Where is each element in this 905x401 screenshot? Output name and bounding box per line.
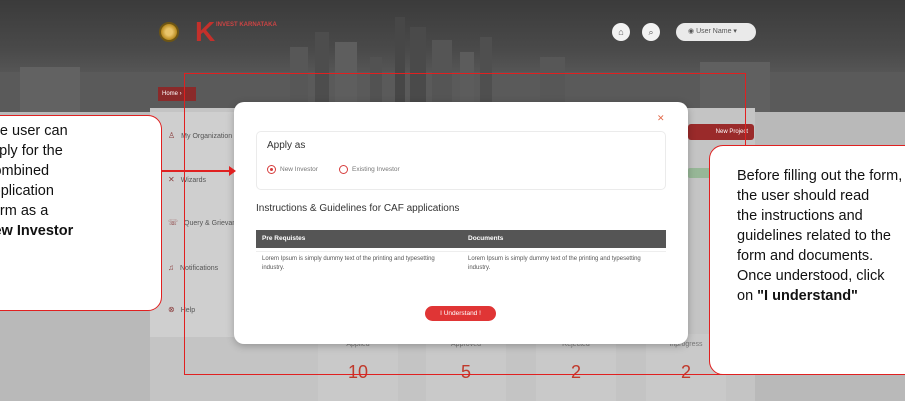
annotation-line: guidelines related to the [737,228,891,244]
close-icon[interactable]: ✕ [657,113,665,124]
arrow-head-icon [229,166,236,176]
breadcrumb-home-label: Home [162,91,179,97]
brand-logo-icon[interactable]: K [195,18,215,46]
annotation-line: apply for the [0,143,63,159]
annotation-line: Once understood, click [737,268,885,284]
apply-as-title: Apply as [267,140,306,151]
annotation-arrow-line [162,170,230,172]
bell-icon: ♫ [168,263,174,272]
annotation-prefix: on [737,288,758,304]
brand-logo-text: INVEST KARNATAKA [216,22,277,28]
annotation-line: Before filling out the form, [737,168,903,184]
annotation-right-bubble: Before filling out the form, the user sh… [709,145,905,375]
table-divider [256,251,666,252]
i-understand-button[interactable]: I Understand ! [425,306,496,321]
radio-existing-investor[interactable] [339,165,348,174]
annotation-line: form and documents. [737,248,874,264]
annotation-left-bubble: The user can apply for the Combined Appl… [0,115,162,311]
user-menu-button[interactable]: ◉ User Name ▾ [676,23,756,41]
radio-new-investor[interactable] [267,165,276,174]
user-icon: ◉ [688,28,697,35]
home-icon: ⌂ [618,27,624,37]
table-cell: Lorem Ipsum is simply dummy text of the … [468,256,641,271]
query-icon: ☏ [168,218,179,227]
org-icon: ♙ [168,131,176,140]
instructions-title: Instructions & Guidelines for CAF applic… [256,203,460,214]
state-emblem-icon [159,22,179,42]
search-button[interactable]: ⌕ [642,23,660,41]
table-header-prerequisites: Pre Requistes [256,230,462,248]
annotation-line: Form as a [0,203,49,219]
annotation-line: Combined [0,163,50,179]
radio-existing-investor-label[interactable]: Existing Investor [352,165,400,174]
annotation-bold: "I understand" [757,288,858,304]
search-icon: ⌕ [648,27,654,37]
wizard-icon: ✕ [168,175,175,184]
home-button[interactable]: ⌂ [612,23,630,41]
table-cell: Lorem Ipsum is simply dummy text of the … [262,256,435,271]
annotation-line: Application [0,183,54,199]
annotation-bold: New Investor [0,223,74,239]
annotation-line: the instructions and [737,208,863,224]
radio-new-investor-label[interactable]: New Investor [280,165,318,174]
user-name-label: User Name [696,28,732,35]
apply-as-panel [256,131,666,190]
annotation-line: the user should read [737,188,870,204]
annotation-line: on "I understand" [737,286,905,306]
annotation-line: The user can [0,123,68,139]
help-icon: ⊗ [168,305,175,314]
table-header-documents: Documents [462,230,666,248]
